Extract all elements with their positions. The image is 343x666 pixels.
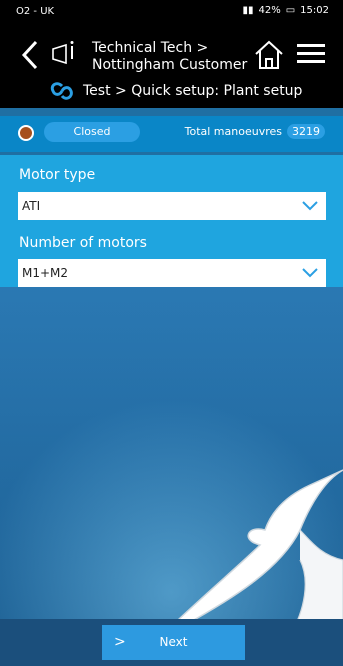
clock-time: 15:02 [300,5,329,16]
status-icons: ▮▮ 42% ▭ 15:02 [242,5,329,16]
signal-icon: ▮▮ [242,5,254,16]
next-button[interactable]: > Next [102,625,245,660]
top-bar: Technical Tech > Nottingham Customer Tes… [0,24,343,108]
chevron-down-icon [302,268,318,278]
pointing-hand-overlay [173,469,343,635]
setup-form-panel: Motor type ATI Number of motors M1+M2 [0,155,343,287]
manoeuvres-count-badge: 3219 [287,124,325,139]
page-subtitle: Test > Quick setup: Plant setup [50,82,302,100]
battery-icon: ▭ [285,5,296,16]
device-status-row: Closed Total manoeuvres 3219 [0,116,343,152]
manoeuvres-label: Total manoeuvres [184,125,282,138]
motor-type-label: Motor type [19,167,96,183]
motor-type-value: ATI [22,199,41,213]
back-arrow-icon[interactable] [20,40,40,70]
gate-state-badge: Closed [44,122,140,142]
sync-link-icon [50,82,73,100]
carrier-label: O2 - UK [16,6,55,17]
status-indicator-dot [18,125,34,141]
breadcrumb-installer: Technical Tech > [92,40,209,56]
home-icon[interactable] [252,38,286,72]
breadcrumb: Technical Tech > Nottingham Customer [92,40,247,74]
gate-device-icon [52,41,74,65]
motor-type-select[interactable]: ATI [18,192,326,220]
status-bar: O2 - UK ▮▮ 42% ▭ 15:02 [0,0,343,24]
hamburger-menu-icon[interactable] [297,40,325,68]
next-button-label: Next [159,635,188,649]
chevron-down-icon [302,201,318,211]
subtitle-text: Test > Quick setup: Plant setup [83,83,303,99]
manoeuvres-counter: Total manoeuvres 3219 [185,124,325,139]
motors-count-value: M1+M2 [22,266,69,280]
motors-count-select[interactable]: M1+M2 [18,259,326,287]
breadcrumb-customer: Nottingham Customer [92,57,248,73]
battery-percent: 42% [258,5,281,16]
footer-bar: > Next [0,619,343,666]
motors-count-label: Number of motors [19,235,147,251]
